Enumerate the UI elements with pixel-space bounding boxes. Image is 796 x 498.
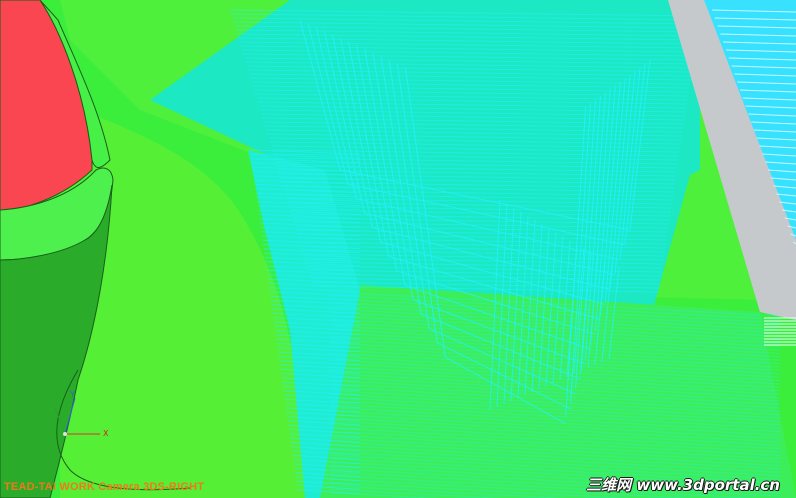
triad-y-label: Y — [70, 390, 75, 399]
camera-status-text: TEAD-TAI WORK Camera 3DS-RIGHT — [4, 481, 205, 493]
watermark-text: 三维网 www.3dportal.cn — [586, 476, 780, 494]
triad-x-label: X — [103, 429, 109, 438]
scene-canvas — [0, 0, 796, 498]
3d-viewport[interactable]: X Y TEAD-TAI WORK Camera 3DS-RIGHT 三维网 w… — [0, 0, 796, 498]
